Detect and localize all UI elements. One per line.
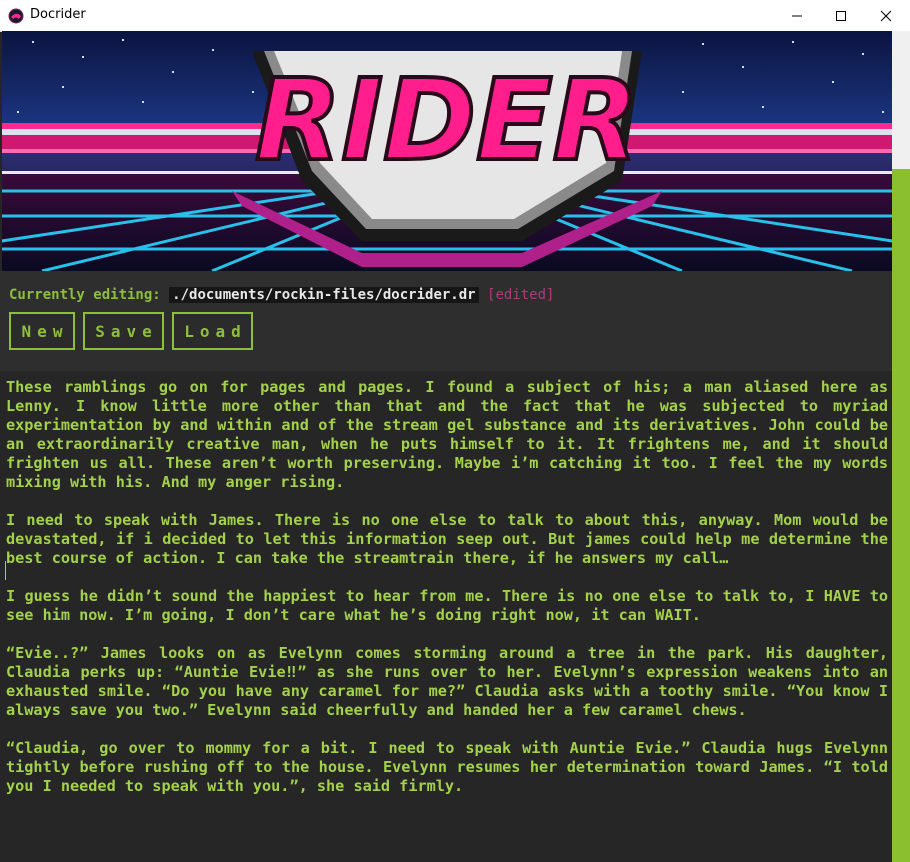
editor-paragraph: I need to speak with James. There is no …	[6, 511, 888, 567]
text-caret	[5, 561, 6, 580]
minimize-button[interactable]	[774, 0, 820, 31]
close-icon	[880, 10, 892, 21]
new-button[interactable]: New	[9, 312, 75, 350]
close-button[interactable]	[863, 0, 909, 31]
file-path: ./documents/rockin-files/docrider.dr	[169, 287, 479, 303]
banner-image: RIDER	[2, 31, 892, 273]
docrider-logo-icon	[8, 8, 24, 24]
banner-logo-text: RIDER	[255, 56, 639, 186]
load-button[interactable]: Load	[172, 312, 253, 350]
editor-paragraph: “Evie..?” James looks on as Evelynn come…	[6, 644, 888, 719]
main-content: Currently editing: ./documents/rockin-fi…	[0, 271, 892, 862]
editor-text[interactable]: These ramblings go on for pages and page…	[6, 378, 888, 815]
window-title: Docrider	[30, 7, 86, 22]
save-button[interactable]: Save	[83, 312, 164, 350]
maximize-button[interactable]	[818, 0, 864, 31]
minimize-icon	[792, 15, 802, 16]
scrollbar-thumb[interactable]	[892, 169, 910, 862]
app-window: Docrider RIDER Currently editing: ./docu…	[0, 0, 910, 862]
text-editor[interactable]: These ramblings go on for pages and page…	[0, 371, 892, 862]
synthwave-banner-art: RIDER	[2, 31, 892, 271]
status-label: Currently editing:	[9, 287, 161, 303]
maximize-icon	[836, 10, 846, 21]
editor-paragraph: I guess he didn’t sound the happiest to …	[6, 587, 888, 624]
editor-paragraph: “Claudia, go over to mommy for a bit. I …	[6, 739, 888, 795]
toolbar: Currently editing: ./documents/rockin-fi…	[0, 271, 892, 371]
editor-paragraph: These ramblings go on for pages and page…	[6, 378, 888, 491]
title-bar[interactable]: Docrider	[0, 0, 910, 32]
status-line: Currently editing: ./documents/rockin-fi…	[9, 287, 554, 303]
edited-indicator: [edited]	[487, 287, 555, 303]
